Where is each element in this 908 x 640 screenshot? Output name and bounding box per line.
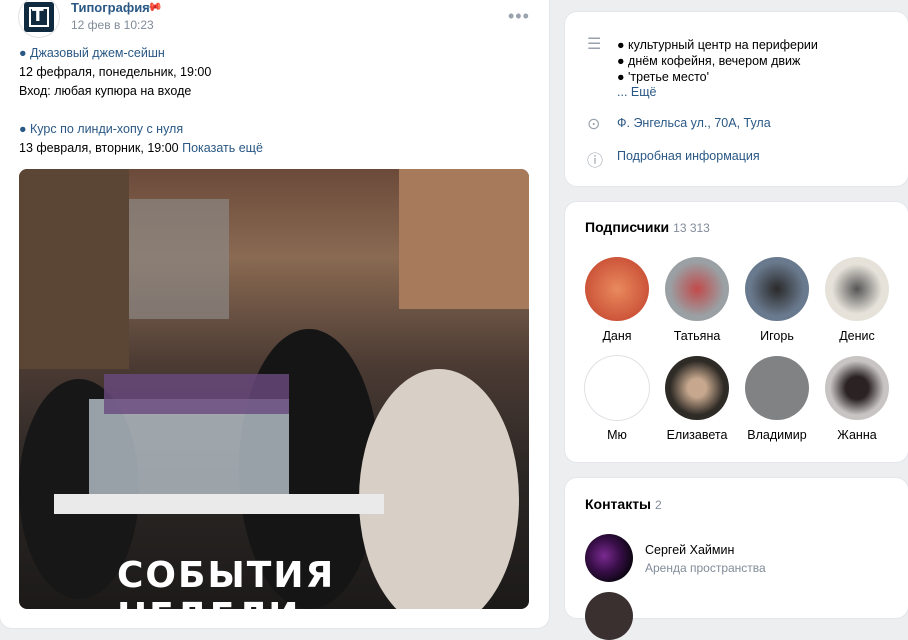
follower-name: Жанна xyxy=(837,428,877,442)
info-card: ☰ ● культурный центр на периферии ● днём… xyxy=(565,12,908,186)
contact-name-link[interactable]: Сергей Хаймин xyxy=(645,543,734,557)
text-lines-icon: ☰ xyxy=(587,36,602,53)
avatar[interactable] xyxy=(585,592,633,640)
info-icon: ⓘ xyxy=(587,153,604,170)
location-pin-icon: ⊙ xyxy=(587,116,601,133)
follower-name: Даня xyxy=(602,329,632,343)
photo-caption: СОБЫТИЯ НЕДЕЛИ xyxy=(117,555,336,609)
avatar[interactable] xyxy=(585,534,633,582)
event-time: 12 фефраля, понедельник, 19:00 xyxy=(19,65,212,79)
follower-name: Денис xyxy=(839,329,875,343)
follower-name: Татьяна xyxy=(673,329,721,343)
post-author-link[interactable]: Типография xyxy=(71,0,150,15)
follower-item[interactable]: Даня xyxy=(585,257,649,343)
avatar xyxy=(745,356,809,420)
event-entry: Вход: любая купюра на входе xyxy=(19,84,192,98)
followers-count: 13 313 xyxy=(673,221,710,235)
address-link[interactable]: Ф. Энгельса ул., 70А, Тула xyxy=(617,116,771,130)
community-description: ● культурный центр на периферии ● днём к… xyxy=(617,37,818,85)
follower-item[interactable]: Игорь xyxy=(745,257,809,343)
followers-title-text: Подписчики xyxy=(585,219,670,235)
avatar xyxy=(585,257,649,321)
follower-item[interactable]: Мю xyxy=(585,356,649,442)
post-photo[interactable]: СОБЫТИЯ НЕДЕЛИ xyxy=(19,169,529,609)
contacts-count: 2 xyxy=(655,498,662,512)
follower-item[interactable]: Владимир xyxy=(745,356,809,442)
follower-name: Игорь xyxy=(760,329,794,343)
more-options-icon[interactable]: ••• xyxy=(508,6,530,27)
photo-scene xyxy=(19,169,529,609)
community-avatar[interactable] xyxy=(19,0,59,37)
desc-line: ● культурный центр на периферии xyxy=(617,38,818,52)
follower-item[interactable]: Жанна xyxy=(825,356,889,442)
follower-item[interactable]: Денис xyxy=(825,257,889,343)
event-link-lindy[interactable]: ● Курс по линди-хопу с нуля xyxy=(19,122,183,136)
avatar xyxy=(825,257,889,321)
post-date[interactable]: 12 фев в 10:23 xyxy=(71,18,154,32)
avatar xyxy=(665,257,729,321)
desc-line: ● днём кофейня, вечером движ xyxy=(617,54,801,68)
show-more-link[interactable]: Показать ещё xyxy=(182,141,263,155)
follower-name: Владимир xyxy=(747,428,807,442)
follower-item[interactable]: Елизавета xyxy=(665,356,729,442)
details-link[interactable]: Подробная информация xyxy=(617,149,760,163)
follower-name: Елизавета xyxy=(666,428,728,442)
avatar xyxy=(665,356,729,420)
avatar xyxy=(745,257,809,321)
followers-title[interactable]: Подписчики 13 313 xyxy=(585,219,710,235)
event-link-jam[interactable]: ● Джазовый джем-сейшн xyxy=(19,46,165,60)
avatar xyxy=(825,356,889,420)
avatar xyxy=(585,356,649,420)
desc-more-link[interactable]: ... Ещё xyxy=(617,85,656,99)
event-time: 13 февраля, вторник, 19:00 xyxy=(19,141,179,155)
follower-item[interactable]: Татьяна xyxy=(665,257,729,343)
post-text: ● Джазовый джем-сейшн 12 фефраля, понеде… xyxy=(19,44,529,158)
contacts-title-text: Контакты xyxy=(585,496,652,512)
desc-line: ● 'третье место' xyxy=(617,70,710,84)
follower-name: Мю xyxy=(607,428,627,442)
contacts-card: Контакты 2 Сергей Хаймин Аренда пространс… xyxy=(565,478,908,640)
contacts-title[interactable]: Контакты 2 xyxy=(585,496,662,512)
contact-role: Аренда пространства xyxy=(645,561,766,575)
followers-card: Подписчики 13 313 Даня Татьяна Игорь Дени… xyxy=(565,202,908,462)
